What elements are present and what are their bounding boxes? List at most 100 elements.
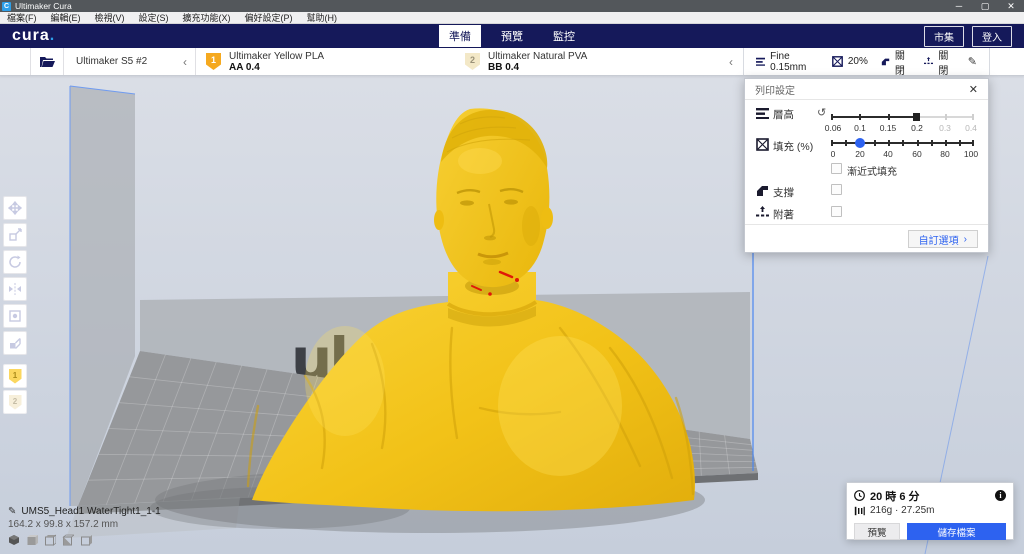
extruder-2-shield-icon: 2	[9, 395, 22, 410]
panel-title: 列印設定	[755, 82, 795, 97]
model-info: ✎ UMS5_Head1 WaterTight1_1-1 164.2 x 99.…	[8, 506, 161, 546]
info-icon[interactable]: i	[995, 490, 1006, 501]
view-left-icon[interactable]	[62, 534, 74, 546]
infill-slider[interactable]	[831, 136, 974, 150]
menu-file[interactable]: 檔案(F)	[0, 11, 44, 24]
print-time: 20 時 6 分	[870, 488, 920, 504]
material-spool-icon	[854, 506, 865, 516]
per-model-settings-icon	[8, 309, 22, 323]
minimize-icon[interactable]: ─	[946, 1, 972, 12]
support-label: 支撐	[773, 185, 794, 200]
extruder-2-button[interactable]: 2	[3, 390, 27, 414]
infill-handle[interactable]	[855, 138, 865, 148]
extruder-2-material: Ultimaker Natural PVA	[488, 51, 587, 62]
menu-extensions[interactable]: 擴充功能(X)	[176, 11, 238, 24]
layer-height-icon	[756, 56, 765, 67]
sign-in-button[interactable]: 登入	[972, 26, 1012, 47]
scale-icon	[8, 228, 22, 242]
rotate-icon	[8, 255, 22, 269]
extruder-1-material: Ultimaker Yellow PLA	[229, 51, 324, 62]
window-title: Ultimaker Cura	[15, 1, 72, 11]
adhesion-icon	[924, 56, 933, 67]
move-icon	[8, 201, 22, 215]
support-blocker-icon	[8, 336, 22, 350]
menu-settings[interactable]: 設定(S)	[132, 11, 176, 24]
model-dimensions: 164.2 x 99.8 x 157.2 mm	[8, 519, 161, 530]
close-icon[interactable]: ✕	[998, 1, 1024, 12]
support-blocker-button[interactable]	[3, 331, 27, 355]
layer-height-slider[interactable]	[831, 110, 974, 124]
mirror-tool-button[interactable]	[3, 277, 27, 301]
support-icon	[881, 56, 890, 67]
menu-view[interactable]: 檢視(V)	[88, 11, 132, 24]
marketplace-button[interactable]: 市集	[924, 26, 964, 47]
view-top-icon[interactable]	[44, 534, 56, 546]
extruder-2-print-core: BB 0.4	[488, 62, 587, 73]
infill-icon	[832, 56, 843, 67]
close-icon[interactable]: ✕	[969, 83, 978, 96]
custom-settings-button[interactable]: 自訂選項›	[908, 230, 978, 248]
chevron-left-icon: ‹	[729, 55, 733, 69]
save-file-button[interactable]: 儲存檔案	[907, 523, 1006, 540]
extruder-1-print-core: AA 0.4	[229, 62, 324, 73]
adhesion-icon	[756, 206, 769, 219]
extruder-1-shield-icon: 1	[9, 369, 22, 384]
model-filename: UMS5_Head1 WaterTight1_1-1	[21, 506, 160, 517]
extruder-1-shield-icon: 1	[206, 53, 221, 70]
per-model-settings-button[interactable]	[3, 304, 27, 328]
layer-height-handle[interactable]	[913, 113, 920, 121]
preview-button[interactable]: 預覽	[854, 523, 900, 540]
maximize-icon[interactable]: ▢	[972, 1, 998, 12]
adhesion-label: 附著	[773, 207, 794, 222]
layer-height-icon	[756, 107, 769, 120]
view-3d-icon[interactable]	[8, 534, 20, 546]
view-right-icon[interactable]	[80, 534, 92, 546]
gradual-infill-checkbox[interactable]	[831, 163, 842, 174]
extruder-1-button[interactable]: 1	[3, 364, 27, 388]
configuration-bar: Ultimaker S5 #2 ‹ 1 Ultimaker Yellow PLA…	[0, 48, 1024, 76]
support-summary: 關閉	[881, 47, 911, 77]
menu-edit[interactable]: 編輯(E)	[44, 11, 88, 24]
print-settings-summary[interactable]: Fine 0.15mm 20% 關閉 關閉 ✎	[744, 48, 990, 75]
open-file-button[interactable]	[30, 48, 64, 75]
scale-tool-button[interactable]	[3, 223, 27, 247]
tab-prepare[interactable]: 準備	[439, 25, 481, 47]
view-front-icon[interactable]	[26, 534, 38, 546]
move-tool-button[interactable]	[3, 196, 27, 220]
mirror-icon	[8, 282, 22, 296]
print-settings-panel: 列印設定 ✕ 層高 ↺ 0.06 0.1 0.15 0.2 0.3 0.4 填充…	[744, 78, 989, 253]
tab-monitor[interactable]: 監控	[543, 25, 585, 47]
app-icon: C	[2, 2, 11, 11]
layer-height-label: 層高	[773, 107, 794, 122]
adhesion-checkbox[interactable]	[831, 206, 842, 217]
adhesion-summary: 關閉	[924, 47, 954, 77]
infill-icon	[756, 138, 769, 151]
cura-logo: cura.	[12, 27, 55, 45]
stage-tabs: 準備 預覽 監控	[439, 25, 585, 47]
layer-height-tick-labels: 0.06 0.1 0.15 0.2 0.3 0.4	[831, 123, 974, 133]
gradual-infill-label: 漸近式填充	[847, 163, 897, 178]
menu-preferences[interactable]: 偏好設定(P)	[238, 11, 300, 24]
menu-help[interactable]: 幫助(H)	[300, 11, 345, 24]
extruder-2-config[interactable]: 2 Ultimaker Natural PVA BB 0.4 ‹	[455, 48, 744, 75]
infill-summary: 20%	[832, 56, 868, 67]
chevron-left-icon: ‹	[183, 55, 187, 69]
printer-selector[interactable]: Ultimaker S5 #2 ‹	[64, 48, 196, 75]
profile-summary: Fine 0.15mm	[756, 51, 819, 73]
extruder-1-config[interactable]: 1 Ultimaker Yellow PLA AA 0.4	[196, 48, 455, 75]
rotate-tool-button[interactable]	[3, 250, 27, 274]
tab-preview[interactable]: 預覽	[491, 25, 533, 47]
clock-icon	[854, 490, 865, 501]
support-checkbox[interactable]	[831, 184, 842, 195]
material-usage: 216g · 27.25m	[870, 505, 935, 516]
folder-open-icon	[39, 55, 55, 68]
infill-tick-labels: 0 20 40 60 80 100	[831, 149, 974, 159]
main-header: cura. 準備 預覽 監控 市集 登入	[0, 24, 1024, 48]
tool-toolbar: 1 2	[3, 196, 27, 414]
extruder-2-shield-icon: 2	[465, 53, 480, 70]
infill-label: 填充 (%)	[773, 139, 813, 154]
reset-icon[interactable]: ↺	[817, 106, 826, 119]
print-job-panel: 20 時 6 分 i 216g · 27.25m 預覽 儲存檔案	[846, 482, 1014, 540]
rename-pencil-icon[interactable]: ✎	[8, 506, 16, 517]
edit-settings-pencil-icon[interactable]: ✎	[968, 55, 977, 68]
